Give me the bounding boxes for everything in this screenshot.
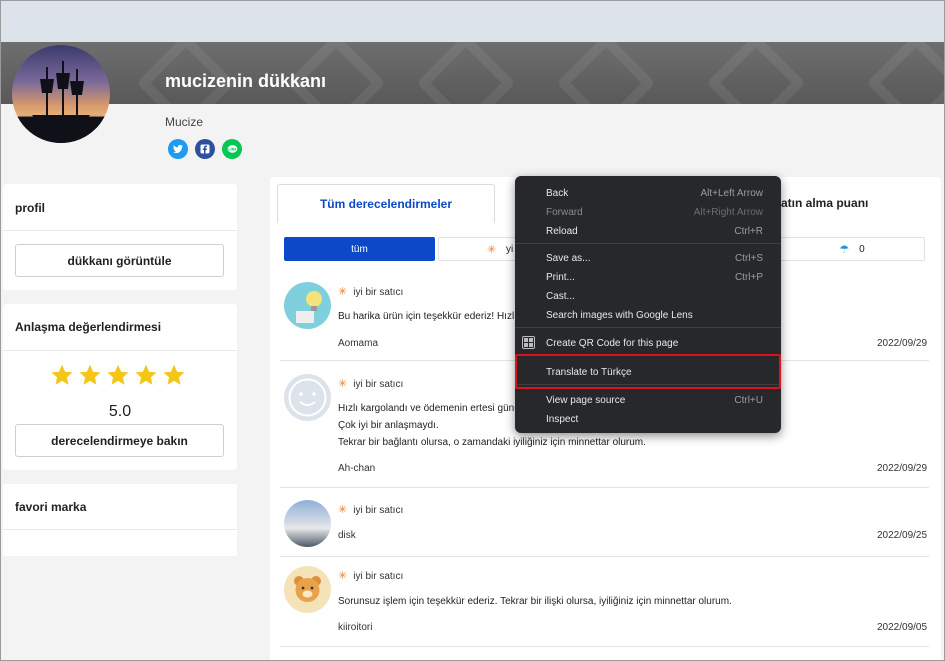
qr-code-icon <box>522 336 535 349</box>
browser-page: mucizenin dükkanı Mucize LINE profil dük… <box>0 0 945 661</box>
reviewer-name[interactable]: Ah-chan <box>338 463 375 474</box>
review-rating: ✳ iyi bir satıcı <box>338 378 404 390</box>
tab-purchase-rating[interactable]: atın alma puanı <box>781 196 868 210</box>
filter-bad-button[interactable]: ☂ 0 <box>779 237 925 261</box>
profile-card: profil dükkanı görüntüle <box>3 184 237 290</box>
menu-item-google-lens[interactable]: Search images with Google Lens <box>515 306 781 324</box>
review-rating: ✳ iyi bir satıcı <box>338 286 404 298</box>
menu-item-forward[interactable]: Forward Alt+Right Arrow <box>515 203 781 221</box>
sun-icon: ✳ <box>338 286 348 298</box>
reviewer-name[interactable]: disk <box>338 530 356 541</box>
menu-item-reload[interactable]: Reload Ctrl+R <box>515 222 781 240</box>
svg-text:LINE: LINE <box>228 147 236 151</box>
star-icon <box>135 364 157 385</box>
shop-avatar <box>12 45 110 143</box>
shop-banner <box>1 42 944 104</box>
favorite-brand-card: favori marka <box>3 484 237 556</box>
umbrella-icon: ☂ <box>839 243 850 256</box>
shop-title: mucizenin dükkanı <box>165 71 327 91</box>
menu-item-print[interactable]: Print... Ctrl+P <box>515 268 781 286</box>
star-icon <box>163 364 185 385</box>
filter-all-button[interactable]: tüm <box>284 237 435 261</box>
rating-card: Anlaşma değerlendirmesi 5.0 derecelendir… <box>3 304 237 470</box>
ship-silhouette-icon <box>12 61 110 143</box>
review-date: 2022/09/05 <box>877 622 928 633</box>
bear-icon <box>294 576 321 602</box>
sun-icon: ✳ <box>338 378 348 390</box>
menu-item-qr-code[interactable]: Create QR Code for this page <box>515 334 781 352</box>
reviewer-name[interactable]: kiiroitori <box>338 622 372 633</box>
lightbulb-icon <box>296 291 322 323</box>
filter-good-label: yi <box>506 243 514 255</box>
review-date: 2022/09/29 <box>877 463 928 474</box>
star-icon <box>107 364 129 385</box>
twitter-icon[interactable] <box>168 139 188 159</box>
context-menu: Back Alt+Left Arrow Forward Alt+Right Arro… <box>515 176 781 433</box>
star-icon <box>79 364 101 385</box>
sun-icon: ✳ <box>338 504 348 516</box>
favorite-brand-title: favori marka <box>15 500 87 514</box>
see-ratings-button[interactable]: derecelendirmeye bakın <box>15 424 224 457</box>
rating-stars <box>50 363 186 387</box>
reviewer-avatar <box>284 282 331 329</box>
view-shop-button[interactable]: dükkanı görüntüle <box>15 244 224 277</box>
menu-item-back[interactable]: Back Alt+Left Arrow <box>515 184 781 202</box>
reviewer-avatar <box>284 566 331 613</box>
filter-bad-count: 0 <box>859 243 865 255</box>
menu-item-inspect[interactable]: Inspect <box>515 410 781 428</box>
page-top-strip <box>1 1 944 42</box>
star-icon <box>51 364 73 385</box>
rating-score: 5.0 <box>108 403 132 420</box>
facebook-icon[interactable] <box>195 139 215 159</box>
sun-icon: ✳ <box>487 243 497 256</box>
line-icon[interactable]: LINE <box>222 139 242 159</box>
profile-card-title: profil <box>15 201 45 215</box>
reviewer-avatar <box>284 374 331 421</box>
filter-good-button[interactable]: ✳ yi <box>438 237 516 261</box>
review-date: 2022/09/29 <box>877 338 928 349</box>
reviewer-name[interactable]: Aomama <box>338 338 378 349</box>
menu-item-view-source[interactable]: View page source Ctrl+U <box>515 391 781 409</box>
review-text: Bu harika ürün için teşekkür ederiz! Hız… <box>338 311 517 322</box>
tab-all-ratings-label: Tüm derecelendirmeler <box>319 197 453 211</box>
menu-item-cast[interactable]: Cast... <box>515 287 781 305</box>
tab-all-ratings[interactable]: Tüm derecelendirmeler <box>277 184 495 223</box>
review-text: Sorunsuz işlem için teşekkür ederiz. Tek… <box>338 596 732 607</box>
menu-item-save-as[interactable]: Save as... Ctrl+S <box>515 249 781 267</box>
shop-owner-name: Mucize <box>165 115 204 129</box>
translate-highlight-box <box>515 354 781 389</box>
default-face-icon <box>288 378 327 417</box>
rating-card-title: Anlaşma değerlendirmesi <box>15 320 162 334</box>
review-rating: ✳ iyi bir satıcı <box>338 504 404 516</box>
review-date: 2022/09/25 <box>877 530 928 541</box>
sun-icon: ✳ <box>338 570 348 582</box>
reviewer-avatar <box>284 500 331 547</box>
review-rating: ✳ iyi bir satıcı <box>338 570 404 582</box>
